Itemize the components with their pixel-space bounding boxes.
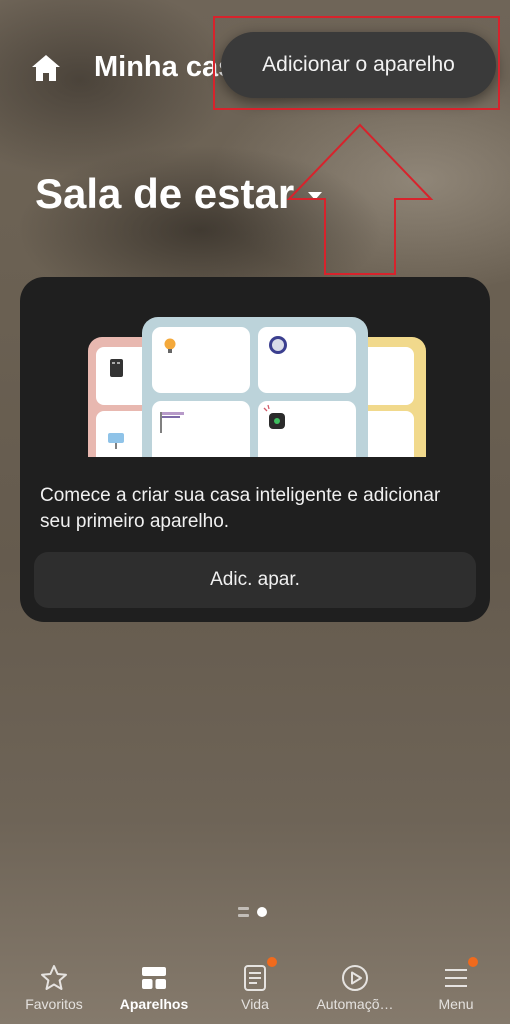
add-device-button[interactable]: Adic. apar. [34,552,476,608]
nav-label: Favoritos [25,996,83,1012]
nav-item-menu[interactable]: Menu [406,955,506,1024]
nav-item-aparelhos[interactable]: Aparelhos [104,955,204,1024]
page-dot-active[interactable] [257,907,267,917]
nav-label: Vida [241,996,269,1012]
room-title: Sala de estar [35,170,295,217]
document-icon [244,965,266,991]
star-icon [41,965,67,990]
empty-state-message: Comece a criar sua casa inteligente e ad… [40,485,441,532]
page-indicator [238,907,267,917]
empty-state-card: Comece a criar sua casa inteligente e ad… [20,277,490,622]
devices-illustration [88,317,426,457]
notification-badge [468,957,478,967]
menu-icon [445,969,467,987]
nav-item-favoritos[interactable]: Favoritos [4,955,104,1024]
nav-label: Automaçõ… [316,996,394,1012]
bottom-nav: Favoritos Aparelhos Vida Automaçõ… Menu [0,955,510,1024]
home-icon[interactable] [30,52,62,84]
grid-page-icon[interactable] [238,907,249,917]
notification-badge [267,957,277,967]
devices-grid-icon [142,967,166,989]
nav-label: Aparelhos [119,996,189,1012]
highlight-box [213,16,500,110]
up-arrow-icon [286,123,434,275]
nav-label: Menu [438,996,474,1012]
nav-item-automacoes[interactable]: Automaçõ… [305,955,405,1024]
nav-item-vida[interactable]: Vida [205,955,305,1024]
play-circle-icon [342,965,368,991]
room-selector[interactable]: Sala de estar [35,170,323,218]
